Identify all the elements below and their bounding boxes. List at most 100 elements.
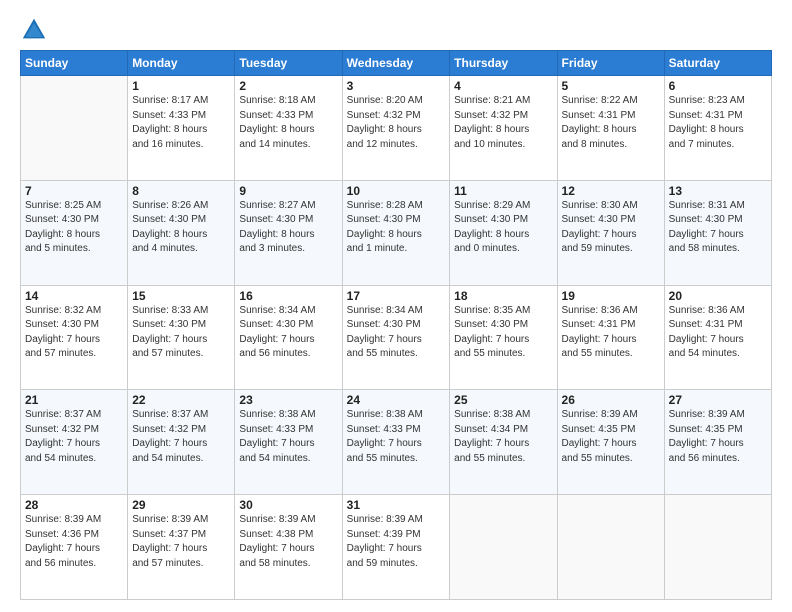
day-info: Sunrise: 8:22 AM Sunset: 4:31 PM Dayligh… — [562, 94, 660, 152]
calendar-cell: 14Sunrise: 8:32 AM Sunset: 4:30 PM Dayli… — [21, 285, 128, 390]
day-info: Sunrise: 8:28 AM Sunset: 4:30 PM Dayligh… — [347, 199, 446, 257]
weekday-header: Monday — [128, 51, 235, 76]
calendar-cell: 26Sunrise: 8:39 AM Sunset: 4:35 PM Dayli… — [557, 390, 664, 495]
day-number: 30 — [239, 498, 337, 512]
day-number: 15 — [132, 289, 230, 303]
calendar-header-row: SundayMondayTuesdayWednesdayThursdayFrid… — [21, 51, 772, 76]
calendar-week-row: 1Sunrise: 8:17 AM Sunset: 4:33 PM Daylig… — [21, 76, 772, 181]
day-number: 29 — [132, 498, 230, 512]
weekday-header: Wednesday — [342, 51, 450, 76]
calendar-week-row: 28Sunrise: 8:39 AM Sunset: 4:36 PM Dayli… — [21, 495, 772, 600]
day-info: Sunrise: 8:39 AM Sunset: 4:38 PM Dayligh… — [239, 513, 337, 571]
calendar-week-row: 21Sunrise: 8:37 AM Sunset: 4:32 PM Dayli… — [21, 390, 772, 495]
day-number: 18 — [454, 289, 552, 303]
calendar-cell: 2Sunrise: 8:18 AM Sunset: 4:33 PM Daylig… — [235, 76, 342, 181]
day-number: 4 — [454, 79, 552, 93]
day-number: 2 — [239, 79, 337, 93]
day-number: 5 — [562, 79, 660, 93]
day-info: Sunrise: 8:39 AM Sunset: 4:35 PM Dayligh… — [669, 408, 767, 466]
day-info: Sunrise: 8:39 AM Sunset: 4:37 PM Dayligh… — [132, 513, 230, 571]
day-info: Sunrise: 8:23 AM Sunset: 4:31 PM Dayligh… — [669, 94, 767, 152]
day-number: 13 — [669, 184, 767, 198]
logo-icon — [20, 16, 48, 44]
day-number: 8 — [132, 184, 230, 198]
day-info: Sunrise: 8:25 AM Sunset: 4:30 PM Dayligh… — [25, 199, 123, 257]
calendar-cell — [557, 495, 664, 600]
calendar-cell: 12Sunrise: 8:30 AM Sunset: 4:30 PM Dayli… — [557, 180, 664, 285]
calendar-cell: 4Sunrise: 8:21 AM Sunset: 4:32 PM Daylig… — [450, 76, 557, 181]
day-info: Sunrise: 8:31 AM Sunset: 4:30 PM Dayligh… — [669, 199, 767, 257]
day-info: Sunrise: 8:38 AM Sunset: 4:33 PM Dayligh… — [347, 408, 446, 466]
day-number: 3 — [347, 79, 446, 93]
day-info: Sunrise: 8:39 AM Sunset: 4:39 PM Dayligh… — [347, 513, 446, 571]
page: SundayMondayTuesdayWednesdayThursdayFrid… — [0, 0, 792, 612]
calendar-cell: 8Sunrise: 8:26 AM Sunset: 4:30 PM Daylig… — [128, 180, 235, 285]
calendar-week-row: 14Sunrise: 8:32 AM Sunset: 4:30 PM Dayli… — [21, 285, 772, 390]
calendar-cell: 1Sunrise: 8:17 AM Sunset: 4:33 PM Daylig… — [128, 76, 235, 181]
calendar-cell: 31Sunrise: 8:39 AM Sunset: 4:39 PM Dayli… — [342, 495, 450, 600]
day-info: Sunrise: 8:34 AM Sunset: 4:30 PM Dayligh… — [347, 304, 446, 362]
day-info: Sunrise: 8:27 AM Sunset: 4:30 PM Dayligh… — [239, 199, 337, 257]
calendar-cell: 15Sunrise: 8:33 AM Sunset: 4:30 PM Dayli… — [128, 285, 235, 390]
day-number: 27 — [669, 393, 767, 407]
day-info: Sunrise: 8:21 AM Sunset: 4:32 PM Dayligh… — [454, 94, 552, 152]
calendar-cell: 5Sunrise: 8:22 AM Sunset: 4:31 PM Daylig… — [557, 76, 664, 181]
day-number: 23 — [239, 393, 337, 407]
day-number: 16 — [239, 289, 337, 303]
day-info: Sunrise: 8:38 AM Sunset: 4:33 PM Dayligh… — [239, 408, 337, 466]
calendar-cell: 29Sunrise: 8:39 AM Sunset: 4:37 PM Dayli… — [128, 495, 235, 600]
day-number: 14 — [25, 289, 123, 303]
calendar-cell: 28Sunrise: 8:39 AM Sunset: 4:36 PM Dayli… — [21, 495, 128, 600]
calendar-cell — [21, 76, 128, 181]
day-number: 26 — [562, 393, 660, 407]
calendar-cell — [664, 495, 771, 600]
calendar-cell: 6Sunrise: 8:23 AM Sunset: 4:31 PM Daylig… — [664, 76, 771, 181]
weekday-header: Saturday — [664, 51, 771, 76]
calendar-cell: 7Sunrise: 8:25 AM Sunset: 4:30 PM Daylig… — [21, 180, 128, 285]
calendar-cell: 18Sunrise: 8:35 AM Sunset: 4:30 PM Dayli… — [450, 285, 557, 390]
day-info: Sunrise: 8:33 AM Sunset: 4:30 PM Dayligh… — [132, 304, 230, 362]
day-info: Sunrise: 8:35 AM Sunset: 4:30 PM Dayligh… — [454, 304, 552, 362]
header — [20, 16, 772, 44]
day-number: 12 — [562, 184, 660, 198]
calendar-cell: 24Sunrise: 8:38 AM Sunset: 4:33 PM Dayli… — [342, 390, 450, 495]
day-number: 6 — [669, 79, 767, 93]
calendar-table: SundayMondayTuesdayWednesdayThursdayFrid… — [20, 50, 772, 600]
day-info: Sunrise: 8:20 AM Sunset: 4:32 PM Dayligh… — [347, 94, 446, 152]
calendar-cell: 23Sunrise: 8:38 AM Sunset: 4:33 PM Dayli… — [235, 390, 342, 495]
day-number: 19 — [562, 289, 660, 303]
calendar-cell: 27Sunrise: 8:39 AM Sunset: 4:35 PM Dayli… — [664, 390, 771, 495]
calendar-cell: 13Sunrise: 8:31 AM Sunset: 4:30 PM Dayli… — [664, 180, 771, 285]
day-number: 21 — [25, 393, 123, 407]
day-number: 17 — [347, 289, 446, 303]
calendar-cell: 17Sunrise: 8:34 AM Sunset: 4:30 PM Dayli… — [342, 285, 450, 390]
day-number: 9 — [239, 184, 337, 198]
day-number: 7 — [25, 184, 123, 198]
calendar-cell — [450, 495, 557, 600]
weekday-header: Friday — [557, 51, 664, 76]
day-info: Sunrise: 8:39 AM Sunset: 4:36 PM Dayligh… — [25, 513, 123, 571]
day-number: 31 — [347, 498, 446, 512]
day-info: Sunrise: 8:36 AM Sunset: 4:31 PM Dayligh… — [669, 304, 767, 362]
logo — [20, 16, 52, 44]
weekday-header: Sunday — [21, 51, 128, 76]
day-number: 20 — [669, 289, 767, 303]
calendar-week-row: 7Sunrise: 8:25 AM Sunset: 4:30 PM Daylig… — [21, 180, 772, 285]
calendar-cell: 11Sunrise: 8:29 AM Sunset: 4:30 PM Dayli… — [450, 180, 557, 285]
weekday-header: Thursday — [450, 51, 557, 76]
calendar-cell: 3Sunrise: 8:20 AM Sunset: 4:32 PM Daylig… — [342, 76, 450, 181]
day-info: Sunrise: 8:30 AM Sunset: 4:30 PM Dayligh… — [562, 199, 660, 257]
calendar-cell: 19Sunrise: 8:36 AM Sunset: 4:31 PM Dayli… — [557, 285, 664, 390]
day-number: 11 — [454, 184, 552, 198]
calendar-cell: 22Sunrise: 8:37 AM Sunset: 4:32 PM Dayli… — [128, 390, 235, 495]
day-number: 28 — [25, 498, 123, 512]
day-number: 22 — [132, 393, 230, 407]
day-info: Sunrise: 8:37 AM Sunset: 4:32 PM Dayligh… — [25, 408, 123, 466]
day-info: Sunrise: 8:18 AM Sunset: 4:33 PM Dayligh… — [239, 94, 337, 152]
day-info: Sunrise: 8:38 AM Sunset: 4:34 PM Dayligh… — [454, 408, 552, 466]
calendar-cell: 30Sunrise: 8:39 AM Sunset: 4:38 PM Dayli… — [235, 495, 342, 600]
day-number: 25 — [454, 393, 552, 407]
day-info: Sunrise: 8:36 AM Sunset: 4:31 PM Dayligh… — [562, 304, 660, 362]
calendar-cell: 9Sunrise: 8:27 AM Sunset: 4:30 PM Daylig… — [235, 180, 342, 285]
calendar-cell: 21Sunrise: 8:37 AM Sunset: 4:32 PM Dayli… — [21, 390, 128, 495]
